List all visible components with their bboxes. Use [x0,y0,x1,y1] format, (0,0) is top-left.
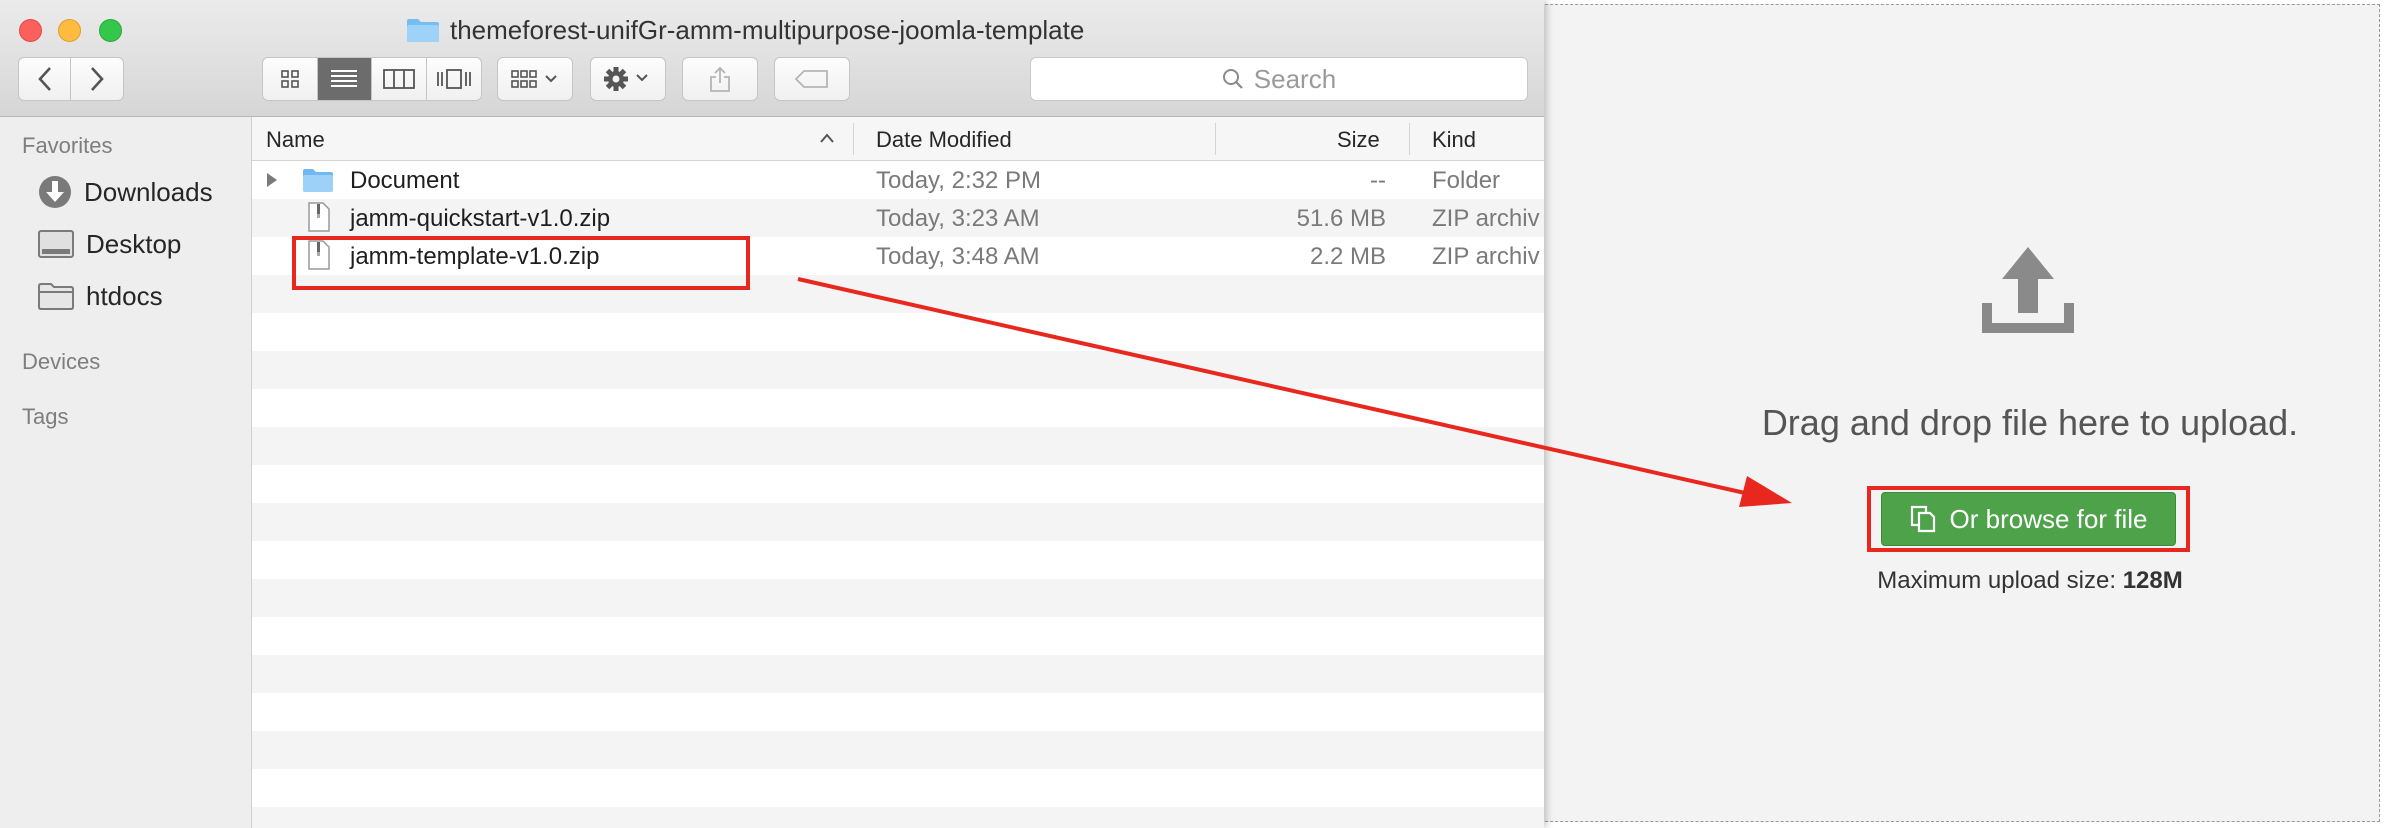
icon-view-button[interactable] [263,58,318,100]
file-kind: ZIP archiv [1432,205,1540,232]
file-date: Today, 2:32 PM [876,167,1041,194]
list-view-button[interactable] [317,58,372,100]
search-icon [1222,69,1243,89]
browse-button-label: Or browse for file [1949,503,2148,534]
search-field[interactable]: Search [1030,57,1528,101]
folder-icon [407,19,439,42]
disclosure-triangle-icon[interactable] [266,172,278,188]
chevron-left-icon [37,67,51,91]
arrange-button[interactable] [497,57,573,101]
file-date: Today, 3:23 AM [876,205,1040,232]
sort-ascending-icon [820,133,834,143]
column-header: Name Date Modified Size Kind [252,117,1544,161]
tags-button[interactable] [774,57,850,101]
sidebar-item-downloads[interactable]: Downloads [38,174,213,210]
window-title-text: themeforest-unifGr-amm-multipurpose-joom… [450,14,1085,45]
max-upload-value: 128M [2122,567,2183,594]
share-button[interactable] [682,57,758,101]
chevron-right-icon [91,67,104,91]
sidebar-item-label: htdocs [86,280,163,311]
empty-row [252,541,1544,579]
arrange-grid-icon [511,70,557,88]
empty-row [252,769,1544,807]
empty-row [252,427,1544,465]
selected-file-highlight [292,236,750,290]
empty-row [252,617,1544,655]
column-date-modified[interactable]: Date Modified [876,127,1012,153]
file-list: Name Date Modified Size Kind Document Tod… [252,117,1544,828]
file-row[interactable]: Document Today, 2:32 PM -- Folder [252,161,1544,199]
empty-row [252,503,1544,541]
file-row[interactable]: jamm-quickstart-v1.0.zip Today, 3:23 AM 51… [252,199,1544,237]
max-upload-label: Maximum upload size: [1877,567,2117,594]
back-button[interactable] [19,58,72,100]
empty-row [252,351,1544,389]
sidebar-heading-favorites: Favorites [22,133,113,158]
action-button[interactable] [590,57,666,101]
file-kind: ZIP archiv [1432,243,1540,270]
file-date: Today, 3:48 AM [876,243,1040,270]
files-icon [1910,505,1935,533]
finder-toolbar: themeforest-unifGr-amm-multipurpose-joom… [0,0,1544,117]
desktop-icon [38,230,74,258]
forward-button[interactable] [71,58,123,100]
window-title: themeforest-unifGr-amm-multipurpose-joom… [406,14,1084,46]
empty-row [252,731,1544,769]
zoom-window-button[interactable] [99,19,122,42]
chevron-down-icon [545,75,557,83]
folder-icon [303,169,333,192]
browse-file-button[interactable]: Or browse for file [1881,492,2176,546]
folder-icon [38,283,74,310]
share-icon [710,66,730,92]
file-kind: Folder [1432,167,1501,194]
sidebar: Favorites Downloads Desktop htdocs Devic… [0,117,252,828]
sidebar-item-desktop[interactable]: Desktop [38,226,181,262]
downloads-icon [39,176,71,208]
cover-flow-icon [436,69,471,89]
empty-row [252,693,1544,731]
empty-row [252,465,1544,503]
column-size[interactable]: Size [1337,127,1380,153]
finder-window: themeforest-unifGr-amm-multipurpose-joom… [0,0,1544,828]
file-size: 2.2 MB [1309,243,1386,270]
sidebar-heading-tags: Tags [22,404,69,429]
cover-flow-button[interactable] [427,58,482,100]
upload-icon [1982,247,2074,333]
view-mode-switch [262,57,482,101]
sidebar-item-htdocs[interactable]: htdocs [38,278,163,314]
grid-icon [280,70,299,88]
sidebar-heading-devices: Devices [22,349,101,374]
sidebar-item-label: Desktop [86,228,182,259]
column-kind[interactable]: Kind [1432,127,1476,153]
file-name: jamm-quickstart-v1.0.zip [350,205,611,232]
zip-file-icon [308,202,330,232]
search-placeholder: Search [1253,63,1337,94]
gear-icon [604,67,648,91]
close-window-button[interactable] [19,19,42,42]
max-upload-size: Maximum upload size: 128M [1720,567,2340,595]
empty-row [252,313,1544,351]
empty-row [252,655,1544,693]
tag-icon [794,70,828,88]
file-size: -- [1370,167,1386,194]
minimize-window-button[interactable] [58,19,81,42]
sidebar-item-label: Downloads [84,176,213,207]
empty-row [252,807,1544,828]
file-size: 51.6 MB [1296,205,1386,232]
column-view-button[interactable] [372,58,427,100]
file-name: Document [350,167,460,194]
empty-row [252,389,1544,427]
nav-buttons [18,57,124,101]
drop-instructions: Drag and drop file here to upload. [1761,402,2299,443]
empty-row [252,579,1544,617]
list-icon [331,70,358,87]
column-name[interactable]: Name [266,127,325,153]
columns-icon [382,69,415,89]
